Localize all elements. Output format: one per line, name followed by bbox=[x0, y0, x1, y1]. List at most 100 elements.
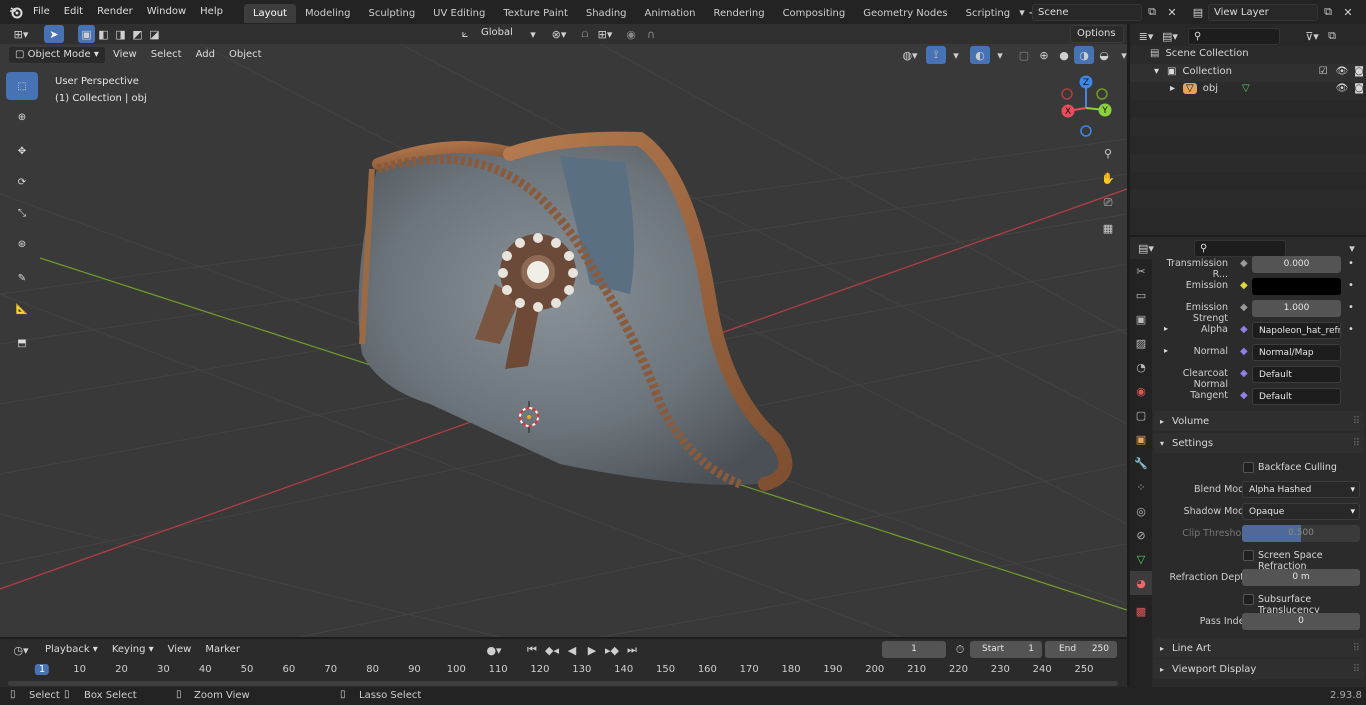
view-layer-field[interactable]: View Layer bbox=[1208, 3, 1318, 21]
material-shading-icon[interactable]: ◑ bbox=[1074, 46, 1094, 64]
pivot-icon[interactable]: ⊗▾ bbox=[549, 25, 569, 43]
3d-viewport[interactable]: User Perspective (1) Collection | obj ◍▾… bbox=[0, 44, 1127, 637]
scene-tab-icon[interactable]: ◔ bbox=[1130, 355, 1152, 379]
options-dropdown[interactable]: Options ▾ bbox=[1070, 25, 1124, 55]
scene-icon[interactable]: ▾ bbox=[1012, 3, 1032, 21]
emission-color-swatch[interactable] bbox=[1252, 278, 1341, 295]
delete-view-layer-icon[interactable]: ✕ bbox=[1338, 3, 1358, 21]
scale-tool-icon[interactable]: ⤡ bbox=[6, 199, 38, 227]
select-intersect-icon[interactable]: ◪ bbox=[146, 25, 163, 43]
editor-type-icon[interactable]: ⊞▾ bbox=[8, 25, 34, 43]
jump-end-icon[interactable]: ⏭ bbox=[622, 641, 642, 659]
texture-tab-icon[interactable]: ▩ bbox=[1130, 599, 1152, 623]
socket-dot-icon[interactable]: ◆ bbox=[1240, 302, 1248, 313]
camera-icon[interactable]: ◙ bbox=[1354, 66, 1364, 77]
tab-animation[interactable]: Animation bbox=[636, 4, 705, 23]
keying-menu[interactable]: Keying ▾ bbox=[105, 641, 161, 659]
outliner-search-input[interactable]: ⚲ bbox=[1188, 27, 1280, 45]
object-mode-dropdown[interactable]: ▢ Object Mode ▾ bbox=[8, 46, 106, 64]
clearcoat-normal-field[interactable]: Default bbox=[1252, 366, 1341, 383]
drag-handle-icon[interactable]: ⠿ bbox=[1353, 643, 1360, 654]
eye-icon[interactable]: 👁 bbox=[1336, 83, 1349, 94]
tab-rendering[interactable]: Rendering bbox=[704, 4, 773, 23]
keyframe-dot-icon[interactable]: • bbox=[1348, 280, 1354, 291]
data-tab-icon[interactable]: ▽ bbox=[1130, 547, 1152, 571]
playback-menu[interactable]: Playback ▾ bbox=[38, 641, 105, 659]
hat-object[interactable] bbox=[358, 131, 793, 491]
physics-tab-icon[interactable]: ◎ bbox=[1130, 499, 1152, 523]
tab-scripting[interactable]: Scripting bbox=[957, 4, 1019, 23]
view-layer-icon[interactable]: ▤ bbox=[1188, 3, 1208, 21]
zoom-icon[interactable]: ⚲ bbox=[1097, 142, 1119, 164]
falloff-icon[interactable]: ∩ bbox=[641, 25, 661, 43]
alpha-input-link[interactable]: Napoleon_hat_refra... bbox=[1252, 322, 1341, 339]
current-frame-field[interactable]: 1 bbox=[882, 641, 946, 658]
orientation-icon[interactable]: ⟀ bbox=[455, 25, 475, 43]
stopwatch-icon[interactable]: ⏱ bbox=[950, 641, 970, 659]
modifier-tab-icon[interactable]: 🔧 bbox=[1130, 451, 1152, 475]
chevron-down-icon[interactable]: ▾ bbox=[1342, 239, 1362, 257]
chevron-down-icon[interactable]: ▾ bbox=[1114, 46, 1127, 64]
overlay-toggle-icon[interactable]: ◐ bbox=[970, 46, 990, 64]
menu-file[interactable]: File bbox=[26, 0, 57, 24]
material-tab-icon[interactable]: ◕ bbox=[1130, 571, 1152, 595]
line-art-panel-header[interactable]: ▸ Line Art ⠿ bbox=[1154, 638, 1364, 658]
viewport-display-panel-header[interactable]: ▸ Viewport Display ⠿ bbox=[1154, 659, 1364, 679]
frame-ruler[interactable]: 1 10 20 30 40 50 60 70 80 90 100 110 120 130 140 150 160… bbox=[0, 661, 1127, 687]
socket-dot-icon[interactable]: ◆ bbox=[1240, 258, 1248, 269]
pass-index-field[interactable]: 0 bbox=[1242, 613, 1360, 630]
socket-dot-icon[interactable]: ◆ bbox=[1240, 346, 1248, 357]
chevron-down-icon[interactable]: ▾ bbox=[990, 46, 1010, 64]
tab-geometry-nodes[interactable]: Geometry Nodes bbox=[854, 4, 956, 23]
tangent-field[interactable]: Default bbox=[1252, 388, 1341, 405]
tab-modeling[interactable]: Modeling bbox=[296, 4, 360, 23]
new-scene-icon[interactable]: ⧉ bbox=[1142, 3, 1162, 21]
screen-space-refraction-checkbox[interactable] bbox=[1243, 550, 1254, 561]
world-tab-icon[interactable]: ◉ bbox=[1130, 379, 1152, 403]
expand-arrow-icon[interactable]: ▾ bbox=[1154, 66, 1159, 77]
socket-dot-icon[interactable]: ◆ bbox=[1240, 390, 1248, 401]
drag-handle-icon[interactable]: ⠿ bbox=[1353, 416, 1360, 427]
play-icon[interactable]: ▶ bbox=[582, 641, 602, 659]
orientation-dropdown[interactable]: Global bbox=[475, 25, 523, 43]
blender-logo-icon[interactable] bbox=[6, 3, 26, 21]
move-tool-icon[interactable]: ✥ bbox=[6, 137, 38, 165]
navigation-gizmo[interactable]: Z Y X bbox=[1055, 74, 1117, 139]
menu-select[interactable]: Select bbox=[144, 46, 189, 64]
view-layer-tab-icon[interactable]: ▨ bbox=[1130, 331, 1152, 355]
snap-icon[interactable]: ⩍ bbox=[575, 25, 595, 43]
clip-threshold-slider[interactable]: 0.500 bbox=[1242, 525, 1360, 542]
socket-dot-icon[interactable]: ◆ bbox=[1240, 368, 1248, 379]
solid-shading-icon[interactable]: ● bbox=[1054, 46, 1074, 64]
expand-arrow-icon[interactable]: ▸ bbox=[1164, 324, 1168, 333]
menu-window[interactable]: Window bbox=[140, 0, 193, 24]
tool-tab-icon[interactable]: ✂ bbox=[1130, 259, 1152, 283]
constraints-tab-icon[interactable]: ⊘ bbox=[1130, 523, 1152, 547]
pan-hand-icon[interactable]: ✋ bbox=[1097, 167, 1119, 189]
exclude-checkbox[interactable]: ☑ bbox=[1319, 66, 1328, 77]
collection-tab-icon[interactable]: ▢ bbox=[1130, 403, 1152, 427]
socket-dot-icon[interactable]: ◆ bbox=[1240, 280, 1248, 291]
timeline-view-menu[interactable]: View bbox=[161, 641, 199, 659]
chevron-down-icon[interactable]: ▾ bbox=[946, 46, 966, 64]
subsurface-translucency-checkbox[interactable] bbox=[1243, 594, 1254, 605]
camera-icon[interactable]: ◙ bbox=[1354, 83, 1364, 94]
select-new-icon[interactable]: ▣ bbox=[78, 25, 95, 43]
emission-strength-field[interactable]: 1.000 bbox=[1252, 300, 1341, 317]
menu-view[interactable]: View bbox=[106, 46, 144, 64]
tab-shading[interactable]: Shading bbox=[577, 4, 636, 23]
rendered-shading-icon[interactable]: ◒ bbox=[1094, 46, 1114, 64]
properties-search-input[interactable]: ⚲ bbox=[1194, 239, 1286, 257]
select-invert-icon[interactable]: ◩ bbox=[129, 25, 146, 43]
select-box-tool-icon[interactable]: ⬚ bbox=[6, 72, 38, 100]
gizmo-toggle-icon[interactable]: ⟟ bbox=[926, 46, 946, 64]
transform-tool-icon[interactable]: ⊛ bbox=[6, 230, 38, 258]
normal-input-link[interactable]: Normal/Map bbox=[1252, 344, 1341, 361]
select-subtract-icon[interactable]: ◨ bbox=[112, 25, 129, 43]
menu-help[interactable]: Help bbox=[193, 0, 230, 24]
timeline-scrollbar[interactable] bbox=[8, 681, 1118, 686]
proportional-edit-icon[interactable]: ◉ bbox=[621, 25, 641, 43]
expand-arrow-icon[interactable]: ▸ bbox=[1170, 83, 1175, 94]
keyframe-dot-icon[interactable]: • bbox=[1348, 258, 1354, 269]
wireframe-shading-icon[interactable]: ⊕ bbox=[1034, 46, 1054, 64]
